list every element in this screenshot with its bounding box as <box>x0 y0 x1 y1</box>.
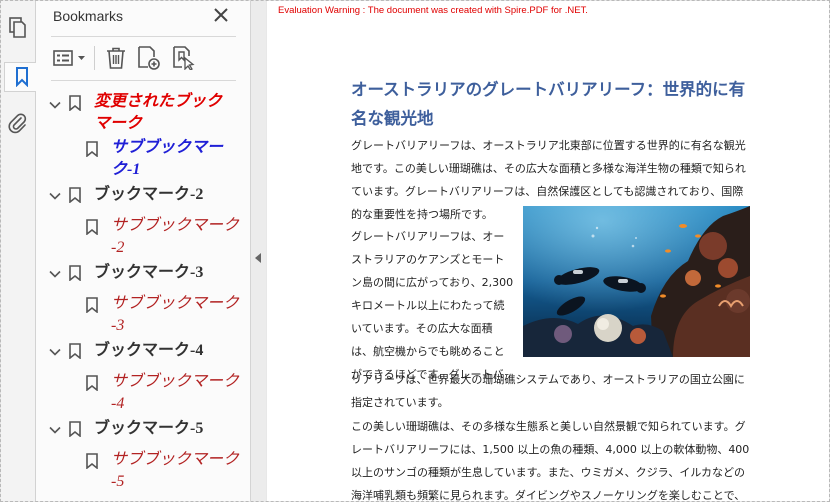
text-line: 海洋哺乳類も頻繁に見られます。ダイビングやスノーケリングを楽しむことで、 <box>351 489 746 501</box>
panel-splitter[interactable] <box>251 1 266 501</box>
close-panel-button[interactable] <box>212 6 230 24</box>
reef-photo-graphic <box>523 206 750 357</box>
text-line: は、航空機からでも眺めること <box>351 345 505 358</box>
chevron-down-icon[interactable] <box>49 190 61 202</box>
text-line: キロメートル以上にわたって続 <box>351 299 505 312</box>
panel-title: Bookmarks <box>53 8 124 24</box>
bookmark-label[interactable]: ブックマーク-5 <box>94 418 244 440</box>
navigation-rail <box>1 1 38 501</box>
chevron-down-icon[interactable] <box>49 268 61 280</box>
evaluation-warning: Evaluation Warning : The document was cr… <box>278 5 588 16</box>
bookmark-icon <box>15 67 28 87</box>
options-menu-button[interactable] <box>51 44 91 72</box>
bookmark-icon <box>69 421 81 437</box>
delete-bookmark-button[interactable] <box>104 44 128 72</box>
text-line: グレートバリアリーフは、オー <box>351 230 505 243</box>
sub-bookmark-label[interactable]: サブブックマーク -5 <box>111 449 246 493</box>
bookmark-icon <box>69 187 81 203</box>
attachments-panel-button[interactable] <box>4 110 32 138</box>
sub-bookmark-label[interactable]: サブブックマーク -2 <box>111 215 246 259</box>
chevron-down-icon[interactable] <box>49 346 61 358</box>
bookmark-icon <box>86 297 98 313</box>
chevron-down-icon[interactable] <box>49 424 61 436</box>
text-line: グレートバリアリーフは、オーストラリア北東部に位置する世界的に有名な観光 <box>351 139 746 152</box>
heading-line: オーストラリアのグレートバリアリーフ：世界的に有 <box>351 80 746 99</box>
toolbar-divider <box>94 46 95 70</box>
bookmark-icon <box>69 343 81 359</box>
bookmark-icon <box>69 265 81 281</box>
text-line: この美しい珊瑚礁は、その多様な生態系と美しい自然景観で知られています。グ <box>351 420 746 433</box>
underwater-divers-coral-reef-photo <box>523 206 750 357</box>
sub-bookmark-label[interactable]: サブブックマーク -4 <box>111 371 246 415</box>
collapse-arrow-icon[interactable] <box>255 253 261 263</box>
text-line: 以上のサンゴの種類が生息しています。また、ウミガメ、クジラ、イルカなどの <box>351 466 746 479</box>
new-bookmark-button[interactable] <box>136 44 162 72</box>
attachment-icon <box>8 113 27 134</box>
bookmark-icon <box>86 375 98 391</box>
bookmarks-panel: Bookmarks 変更されたブック マーク サブブックマー ク-1 ブックマー… <box>36 1 251 501</box>
bookmark-label[interactable]: ブックマーク-3 <box>94 262 244 284</box>
delete-icon <box>107 47 125 69</box>
sub-bookmark-label[interactable]: サブブックマーク -3 <box>111 293 246 337</box>
chevron-down-icon[interactable] <box>49 99 61 111</box>
text-line: レートバリアリーフには、1,500 以上の魚の種類、4,000 以上の軟体動物、… <box>351 443 750 456</box>
bookmark-icon <box>86 453 98 469</box>
document-heading: オーストラリアのグレートバリアリーフ：世界的に有 名な観光地 <box>351 75 761 133</box>
bookmark-from-selection-button[interactable] <box>171 44 197 72</box>
bookmark-label[interactable]: ブックマーク-4 <box>94 340 244 362</box>
bookmark-label[interactable]: ブックマーク-2 <box>94 184 244 206</box>
pages-panel-button[interactable] <box>4 14 32 42</box>
paragraph-3: この美しい珊瑚礁は、その多様な生態系と美しい自然景観で知られています。グ レート… <box>351 415 751 501</box>
bookmark-from-selection-icon <box>173 46 195 70</box>
bookmarks-panel-button[interactable] <box>4 62 38 92</box>
bookmark-label[interactable]: 変更されたブック マーク <box>94 91 244 135</box>
pages-icon <box>9 17 26 38</box>
toolbar-bottom-divider <box>51 80 236 81</box>
text-line: ています。グレートバリアリーフは、自然保護区としても認識されており、国際 <box>351 185 744 198</box>
new-bookmark-icon <box>138 46 160 70</box>
options-menu-icon <box>53 50 85 66</box>
text-line: 指定されています。 <box>351 396 449 409</box>
paragraph-2-continued: リアリーフは、世界最大の珊瑚礁システムであり、オーストラリアの国立公園に 指定さ… <box>351 368 751 414</box>
document-view[interactable]: Evaluation Warning : The document was cr… <box>267 1 829 501</box>
bookmark-icon <box>86 219 98 235</box>
sub-bookmark-label[interactable]: サブブックマー ク-1 <box>111 137 246 181</box>
bookmark-icon <box>69 95 81 111</box>
bookmark-icon <box>86 141 98 157</box>
paragraph-2: グレートバリアリーフは、オー ストラリアのケアンズとモート ン島の間に広がってお… <box>351 225 516 386</box>
heading-line: 名な観光地 <box>351 109 434 128</box>
text-line: リアリーフは、世界最大の珊瑚礁システムであり、オーストラリアの国立公園に <box>351 373 745 386</box>
text-line: ン島の間に広がっており、2,300 <box>351 276 514 289</box>
close-icon <box>214 8 228 22</box>
panel-divider <box>51 36 236 37</box>
text-line: いています。その広大な面積 <box>351 322 493 335</box>
text-line: 地です。この美しい珊瑚礁は、その広大な面積と多様な海洋生物の種類で知られ <box>351 162 746 175</box>
text-line: ストラリアのケアンズとモート <box>351 253 505 266</box>
